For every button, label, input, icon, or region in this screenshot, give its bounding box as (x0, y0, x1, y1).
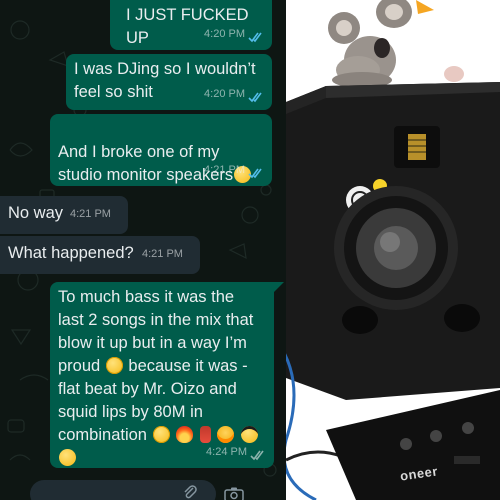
message-bubble-outgoing[interactable]: I JUST FUCKED UP 4:20 PM (110, 0, 272, 50)
message-time: 4:21 PM (70, 208, 111, 220)
chat-panel: I JUST FUCKED UP 4:20 PM I was DJing so … (0, 0, 286, 500)
double-check-icon (248, 165, 264, 179)
bass-port (342, 306, 378, 334)
message-meta: 4:24 PM (206, 441, 266, 464)
koala-plush (328, 0, 434, 88)
message-time: 4:20 PM (204, 88, 245, 100)
double-check-icon (248, 29, 264, 43)
message-line: last 2 songs in the mix that (58, 311, 254, 329)
message-bubble-incoming[interactable]: What happened? 4:21 PM (0, 236, 200, 274)
message-time: 4:24 PM (206, 446, 247, 458)
message-line: flat beat by Mr. Oizo and (58, 380, 237, 398)
bubble-tail (274, 282, 284, 292)
speaker-photo: oneer (286, 0, 500, 500)
emoji-sad-icon (59, 449, 76, 466)
emoji-pleading-icon (105, 357, 123, 374)
paperclip-icon[interactable] (182, 484, 198, 500)
emoji-pleading-icon (152, 426, 170, 443)
message-bubble-incoming[interactable]: No way 4:21 PM (0, 196, 128, 234)
camera-icon[interactable] (224, 486, 244, 500)
message-time: 4:21 PM (204, 164, 245, 176)
message-line: because it was - (128, 357, 248, 375)
message-bubble-outgoing[interactable]: To much bass it was the last 2 songs in … (50, 282, 274, 468)
message-meta: 4:21 PM (70, 203, 111, 226)
double-check-icon (248, 89, 264, 103)
pig-figurine (444, 66, 464, 82)
double-check-icon (250, 447, 266, 461)
message-time: 4:21 PM (142, 248, 183, 260)
message-bubble-outgoing[interactable]: I was DJing so I wouldn’t feel so shit 4… (66, 54, 272, 110)
emoji-fire-icon (176, 426, 194, 443)
bass-port (444, 304, 480, 332)
speaker-illustration (286, 0, 500, 500)
message-line: proud (58, 357, 101, 375)
message-meta: 4:20 PM (204, 23, 264, 46)
message-line: combination (58, 426, 147, 444)
dj-controller (326, 390, 500, 500)
message-meta: 4:20 PM (204, 83, 264, 106)
message-time: 4:20 PM (204, 28, 245, 40)
message-line: squid lips by 80M in (58, 403, 203, 421)
message-line: To much bass it was the (58, 288, 235, 306)
message-meta: 4:21 PM (142, 243, 183, 266)
message-bubble-outgoing[interactable]: And I broke one of my studio monitor spe… (50, 114, 272, 186)
message-line-with-emoji: proud because it was - (58, 355, 266, 378)
message-meta: 4:21 PM (204, 159, 264, 182)
message-line: blow it up but in a way I’m (58, 334, 247, 352)
